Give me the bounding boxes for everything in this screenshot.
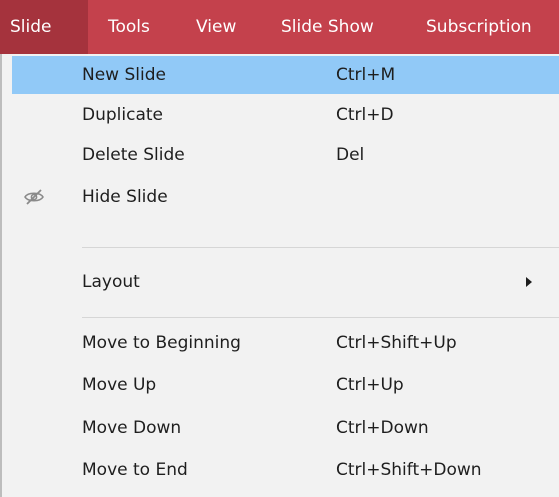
menu-item-label: Duplicate: [82, 105, 163, 125]
menu-view[interactable]: View: [196, 0, 236, 54]
menu-item-hide-slide[interactable]: Hide Slide: [12, 178, 559, 216]
menu-item-move-to-end[interactable]: Move to End Ctrl+Shift+Down: [12, 451, 559, 489]
menu-item-move-down[interactable]: Move Down Ctrl+Down: [12, 409, 559, 447]
menu-item-label: New Slide: [82, 65, 166, 85]
menu-item-shortcut: Ctrl+D: [336, 105, 394, 125]
menu-item-shortcut: Ctrl+Shift+Down: [336, 460, 482, 480]
menu-item-label: Move to Beginning: [82, 333, 241, 353]
menu-separator: [82, 317, 559, 318]
menu-item-shortcut: Del: [336, 145, 365, 165]
menu-subscription[interactable]: Subscription: [426, 0, 532, 54]
submenu-arrow-icon: [526, 277, 532, 287]
menu-border: [0, 54, 2, 497]
menu-item-label: Hide Slide: [82, 187, 168, 207]
menu-item-delete-slide[interactable]: Delete Slide Del: [12, 136, 559, 174]
menu-item-move-to-beginning[interactable]: Move to Beginning Ctrl+Shift+Up: [12, 324, 559, 362]
menu-item-shortcut: Ctrl+Down: [336, 418, 429, 438]
menu-item-shortcut: Ctrl+Shift+Up: [336, 333, 457, 353]
menu-item-duplicate[interactable]: Duplicate Ctrl+D: [12, 96, 559, 134]
slide-dropdown-menu: New Slide Ctrl+M Duplicate Ctrl+D Delete…: [0, 54, 559, 497]
menu-slide-show[interactable]: Slide Show: [281, 0, 374, 54]
menu-item-label: Layout: [82, 272, 140, 292]
menu-item-move-up[interactable]: Move Up Ctrl+Up: [12, 366, 559, 404]
menu-separator: [82, 247, 559, 248]
menu-item-shortcut: Ctrl+Up: [336, 375, 404, 395]
menu-item-label: Move Up: [82, 375, 157, 395]
menu-item-shortcut: Ctrl+M: [336, 65, 396, 85]
menu-item-label: Move to End: [82, 460, 188, 480]
menu-item-new-slide[interactable]: New Slide Ctrl+M: [12, 56, 559, 94]
menu-item-label: Delete Slide: [82, 145, 185, 165]
menu-tools[interactable]: Tools: [108, 0, 150, 54]
menu-item-label: Move Down: [82, 418, 182, 438]
hidden-eye-icon: [22, 185, 46, 209]
menu-item-layout[interactable]: Layout: [12, 263, 559, 301]
menu-bar: Slide Tools View Slide Show Subscription: [0, 0, 559, 54]
menu-slide[interactable]: Slide: [0, 0, 88, 54]
